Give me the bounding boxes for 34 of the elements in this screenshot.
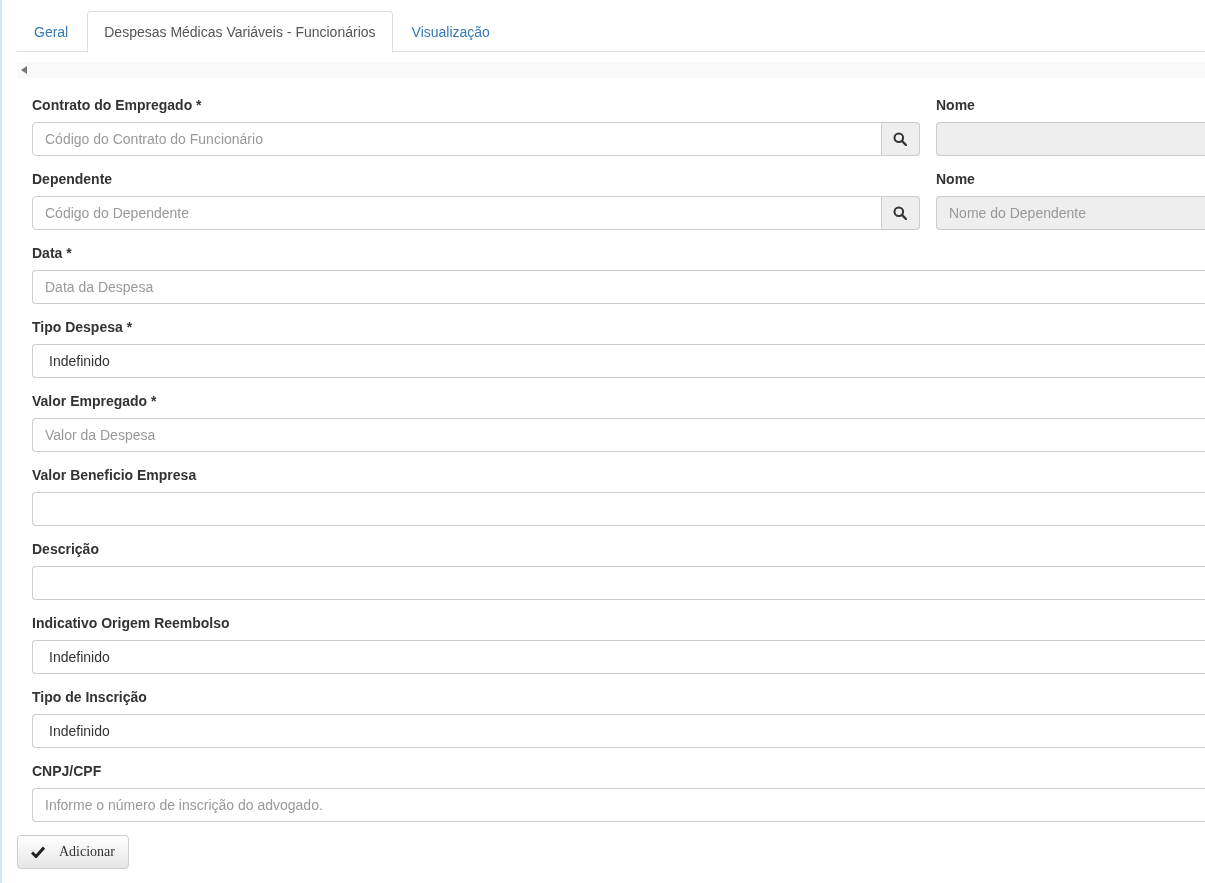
field-label: Tipo de Inscrição [32,689,148,707]
field-label: Valor Empregado * [32,393,158,411]
add-button[interactable]: Adicionar [17,835,129,869]
tab[interactable]: Despesas Médicas Variáveis - Funcionários [87,11,393,53]
select-field[interactable]: Indefinido [32,714,1205,748]
tab[interactable]: Geral [17,11,86,52]
input-field[interactable] [32,492,1205,526]
field-label: Indicativo Origem Reembolso [32,615,231,633]
field-label: Descrição [32,541,100,559]
field-label: Dependente [32,171,114,189]
field-label: Valor Beneficio Empresa [32,467,198,485]
input-field[interactable]: Código do Contrato do Funcionário [32,122,882,156]
field-label: Data * [32,245,73,263]
input-field[interactable]: Código do Dependente [32,196,882,230]
input-field[interactable]: Data da Despesa [32,270,1205,304]
input-field[interactable]: Informe o número de inscrição do advogado. [32,788,1205,822]
name-field[interactable] [936,122,1205,156]
field-label: Contrato do Empregado * [32,97,203,115]
input-field[interactable] [32,566,1205,600]
scroll-left-icon[interactable] [21,66,27,74]
field-label: CNPJ/CPF [32,763,103,781]
select-field[interactable]: Indefinido [32,640,1205,674]
search-icon [893,206,908,220]
search-button[interactable] [881,122,920,156]
tab[interactable]: Visualização [394,11,507,52]
check-icon [31,846,45,858]
search-button[interactable] [881,196,920,230]
name-field[interactable]: Nome do Dependente [936,196,1205,230]
search-icon [893,132,908,146]
select-field[interactable]: Indefinido [32,344,1205,378]
field-label: Tipo Despesa * [32,319,134,337]
field-label: Nome [936,171,976,189]
input-field[interactable]: Valor da Despesa [32,418,1205,452]
field-label: Nome [936,97,976,115]
